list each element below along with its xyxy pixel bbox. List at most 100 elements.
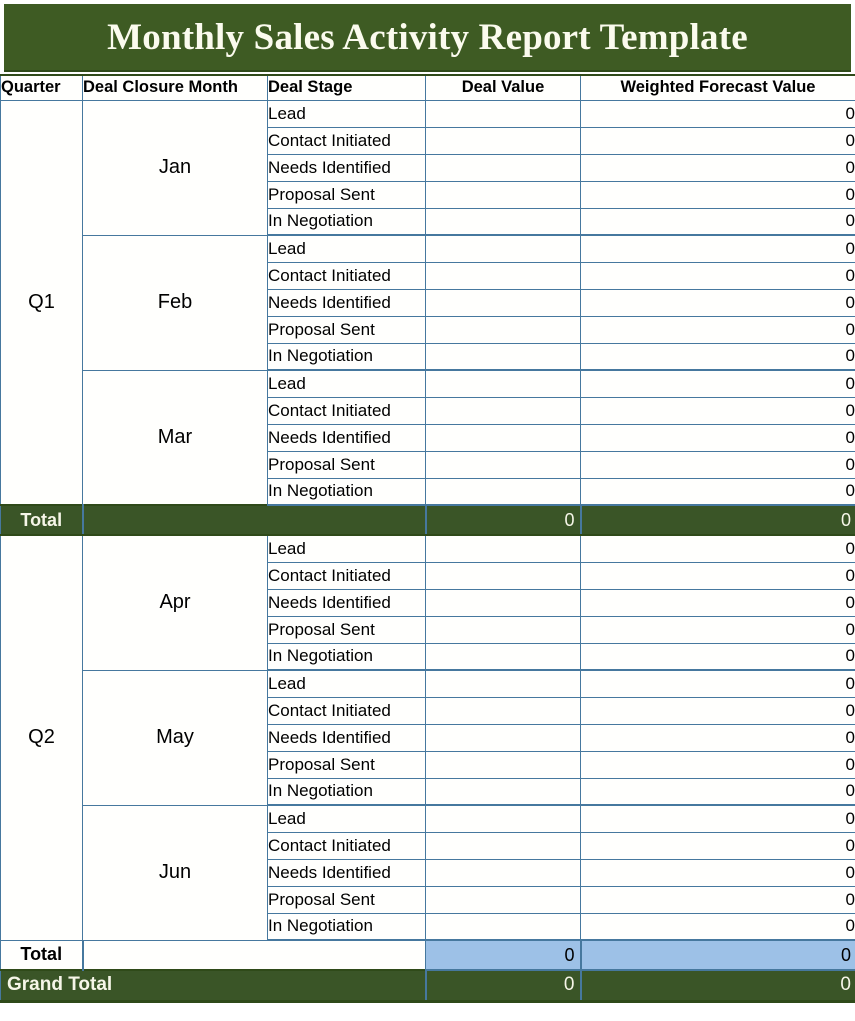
column-header-deal-value: Deal Value: [425, 74, 581, 101]
weighted-forecast-value-cell[interactable]: 0: [580, 831, 855, 860]
deal-value-cell[interactable]: [425, 288, 581, 317]
weighted-forecast-value-cell[interactable]: 0: [580, 750, 855, 779]
weighted-forecast-value-cell[interactable]: 0: [580, 696, 855, 725]
deal-value-cell[interactable]: [425, 561, 581, 590]
deal-stage-cell: Contact Initiated: [267, 696, 426, 725]
deal-value-cell[interactable]: [425, 369, 581, 398]
weighted-forecast-value-cell[interactable]: 0: [580, 858, 855, 887]
weighted-forecast-value-cell[interactable]: 0: [580, 561, 855, 590]
deal-stage-cell: Contact Initiated: [267, 831, 426, 860]
deal-value-cell[interactable]: [425, 450, 581, 479]
weighted-forecast-value-cell[interactable]: 0: [580, 777, 855, 806]
deal-stage-cell: Lead: [267, 534, 426, 563]
deal-stage-cell: Contact Initiated: [267, 261, 426, 290]
month-label-may: May: [82, 669, 268, 806]
deal-stage-cell: Contact Initiated: [267, 561, 426, 590]
weighted-forecast-value-cell[interactable]: 0: [580, 885, 855, 914]
deal-stage-cell: In Negotiation: [267, 912, 426, 941]
deal-value-cell[interactable]: [425, 180, 581, 209]
page-title: Monthly Sales Activity Report Template: [107, 16, 748, 58]
grand-total-deal-value[interactable]: 0: [424, 969, 582, 1003]
table-row: Mar Lead 0: [1, 369, 855, 506]
weighted-forecast-value-cell[interactable]: 0: [580, 642, 855, 671]
weighted-forecast-value-cell[interactable]: 0: [580, 669, 855, 698]
weighted-forecast-value-cell[interactable]: 0: [580, 180, 855, 209]
deal-value-cell[interactable]: [425, 396, 581, 425]
weighted-forecast-value-cell[interactable]: 0: [580, 207, 855, 236]
grand-total-weighted-forecast-value[interactable]: 0: [580, 969, 855, 1003]
deal-value-cell[interactable]: [425, 588, 581, 617]
deal-value-cell[interactable]: [425, 804, 581, 833]
deal-value-cell[interactable]: [425, 615, 581, 644]
weighted-forecast-value-cell[interactable]: 0: [580, 288, 855, 317]
weighted-forecast-value-cell[interactable]: 0: [580, 234, 855, 263]
deal-value-cell[interactable]: [425, 534, 581, 563]
quarter-label-q2: Q2: [0, 534, 83, 941]
deal-value-cell[interactable]: [425, 831, 581, 860]
deal-value-cell[interactable]: [425, 342, 581, 371]
deal-value-cell[interactable]: [425, 315, 581, 344]
deal-value-cell[interactable]: [425, 669, 581, 698]
deal-value-cell[interactable]: [425, 207, 581, 236]
deal-stage-cell: Lead: [267, 234, 426, 263]
deal-stage-cell: Lead: [267, 99, 426, 128]
deal-stage-cell: Proposal Sent: [267, 615, 426, 644]
quarter-total-weighted-forecast-value[interactable]: 0: [580, 504, 855, 536]
column-header-deal-stage: Deal Stage: [267, 74, 426, 101]
quarter-total-deal-value[interactable]: 0: [425, 504, 582, 536]
weighted-forecast-value-cell[interactable]: 0: [580, 99, 855, 128]
weighted-forecast-value-cell[interactable]: 0: [580, 423, 855, 452]
weighted-forecast-value-cell[interactable]: 0: [580, 588, 855, 617]
table-row: May Lead 0: [1, 669, 855, 806]
deal-stage-cell: Contact Initiated: [267, 396, 426, 425]
weighted-forecast-value-cell[interactable]: 0: [580, 126, 855, 155]
weighted-forecast-value-cell[interactable]: 0: [580, 615, 855, 644]
deal-value-cell[interactable]: [425, 642, 581, 671]
quarter-total-row-q1: Total 0 0: [0, 504, 855, 536]
deal-value-cell[interactable]: [425, 723, 581, 752]
deal-value-cell[interactable]: [425, 261, 581, 290]
deal-value-cell[interactable]: [425, 696, 581, 725]
table-row: Q1 Jan Lead 0: [0, 99, 855, 506]
column-header-quarter: Quarter: [0, 74, 83, 101]
table-row: Q2 Apr Lead 0: [0, 534, 855, 941]
deal-stage-cell: In Negotiation: [267, 777, 426, 806]
month-label-mar: Mar: [82, 369, 268, 506]
month-label-feb: Feb: [82, 234, 268, 371]
table-row: Feb Lead 0: [1, 234, 855, 371]
weighted-forecast-value-cell[interactable]: 0: [580, 261, 855, 290]
weighted-forecast-value-cell[interactable]: 0: [580, 477, 855, 506]
weighted-forecast-value-cell[interactable]: 0: [580, 315, 855, 344]
quarter-total-deal-value[interactable]: 0: [425, 939, 582, 971]
deal-value-cell[interactable]: [425, 99, 581, 128]
deal-value-cell[interactable]: [425, 126, 581, 155]
weighted-forecast-value-cell[interactable]: 0: [580, 153, 855, 182]
deal-value-cell[interactable]: [425, 885, 581, 914]
weighted-forecast-value-cell[interactable]: 0: [580, 912, 855, 941]
weighted-forecast-value-cell[interactable]: 0: [580, 534, 855, 563]
quarter-total-weighted-forecast-value[interactable]: 0: [580, 939, 855, 971]
deal-value-cell[interactable]: [425, 912, 581, 941]
weighted-forecast-value-cell[interactable]: 0: [580, 804, 855, 833]
weighted-forecast-value-cell[interactable]: 0: [580, 369, 855, 398]
deal-value-cell[interactable]: [425, 858, 581, 887]
deal-value-cell[interactable]: [425, 153, 581, 182]
deal-stage-cell: In Negotiation: [267, 342, 426, 371]
deal-value-cell[interactable]: [425, 750, 581, 779]
weighted-forecast-value-cell[interactable]: 0: [580, 723, 855, 752]
deal-stage-cell: Needs Identified: [267, 723, 426, 752]
deal-value-cell[interactable]: [425, 777, 581, 806]
deal-stage-cell: In Negotiation: [267, 207, 426, 236]
sales-activity-table: Quarter Deal Closure Month Deal Stage De…: [0, 74, 855, 1003]
weighted-forecast-value-cell[interactable]: 0: [580, 450, 855, 479]
weighted-forecast-value-cell[interactable]: 0: [580, 342, 855, 371]
month-label-apr: Apr: [82, 534, 268, 671]
deal-stage-cell: Proposal Sent: [267, 750, 426, 779]
deal-stage-cell: Needs Identified: [267, 423, 426, 452]
deal-value-cell[interactable]: [425, 234, 581, 263]
deal-stage-cell: In Negotiation: [267, 477, 426, 506]
deal-value-cell[interactable]: [425, 423, 581, 452]
deal-value-cell[interactable]: [425, 477, 581, 506]
weighted-forecast-value-cell[interactable]: 0: [580, 396, 855, 425]
month-label-jun: Jun: [82, 804, 268, 941]
